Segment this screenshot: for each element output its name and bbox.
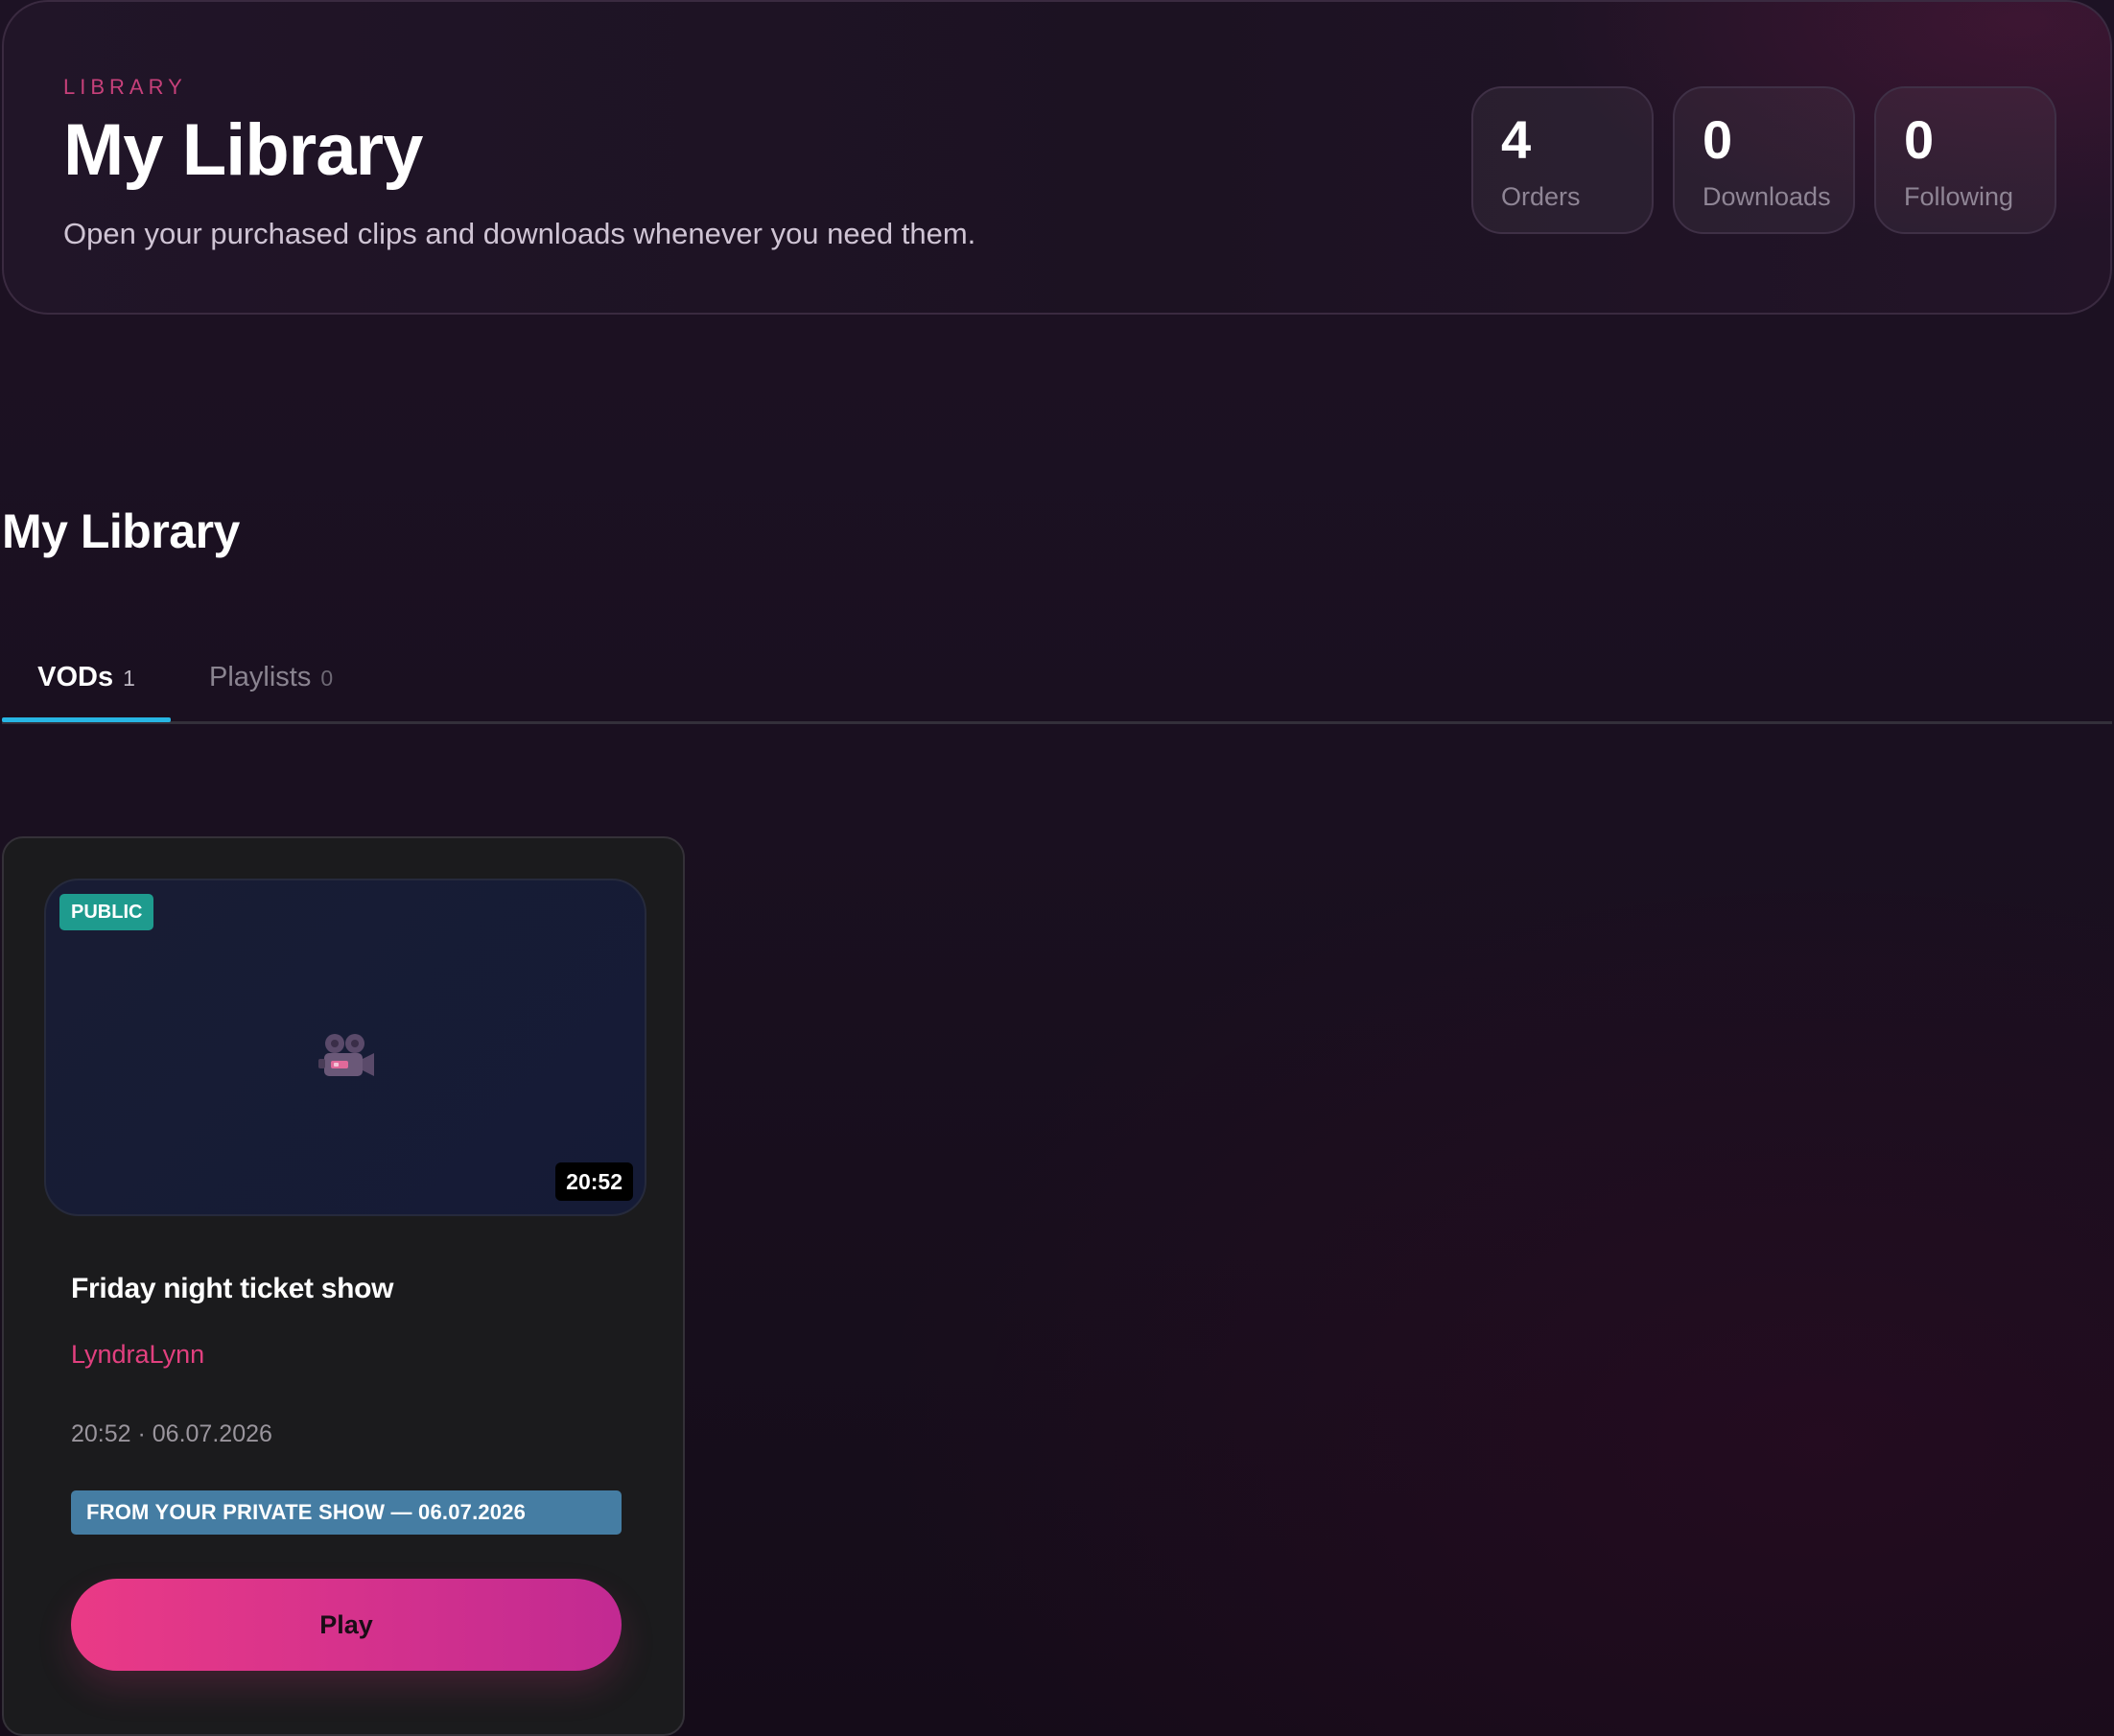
stat-following-label: Following [1904, 182, 2014, 211]
hero-title: My Library [63, 109, 423, 191]
section-title: My Library [2, 504, 240, 558]
visibility-badge: PUBLIC [59, 894, 154, 930]
duration-badge: 20:52 [555, 1162, 633, 1201]
hero-eyebrow: LIBRARY [63, 75, 187, 99]
private-show-banner: FROM YOUR PRIVATE SHOW — 06.07.2026 [71, 1490, 622, 1535]
vod-creator-link[interactable]: LyndraLynn [71, 1337, 204, 1372]
tab-playlists-label: Playlists [209, 662, 312, 692]
stat-orders-label: Orders [1501, 182, 1581, 211]
tab-vods-count: 1 [123, 666, 135, 691]
stat-downloads-value: 0 [1703, 109, 1733, 170]
tab-playlists-count: 0 [320, 666, 334, 691]
stat-downloads-label: Downloads [1703, 182, 1831, 211]
stat-orders: 4 Orders [1471, 86, 1654, 234]
stat-following: 0 Following [1874, 86, 2056, 234]
vod-title: Friday night ticket show [71, 1273, 394, 1304]
tab-playlists[interactable]: Playlists 0 [209, 658, 343, 719]
tab-vods[interactable]: VODs 1 [2, 658, 171, 722]
stat-downloads: 0 Downloads [1673, 86, 1855, 234]
play-button[interactable]: Play [71, 1579, 622, 1671]
vod-meta: 20:52 · 06.07.2026 [71, 1420, 272, 1447]
library-tabs: VODs 1 Playlists 0 [2, 645, 2112, 724]
stat-orders-value: 4 [1501, 109, 1532, 170]
tab-vods-label: VODs [37, 662, 114, 692]
vod-thumbnail[interactable]: PUBLIC 20:52 [44, 879, 646, 1216]
movie-camera-icon [318, 1034, 374, 1076]
vod-card: PUBLIC 20:52 Friday night ticket show Ly… [2, 836, 685, 1736]
library-hero: LIBRARY My Library Open your purchased c… [2, 0, 2112, 315]
stat-following-value: 0 [1904, 109, 1935, 170]
hero-subtitle: Open your purchased clips and downloads … [63, 217, 976, 250]
